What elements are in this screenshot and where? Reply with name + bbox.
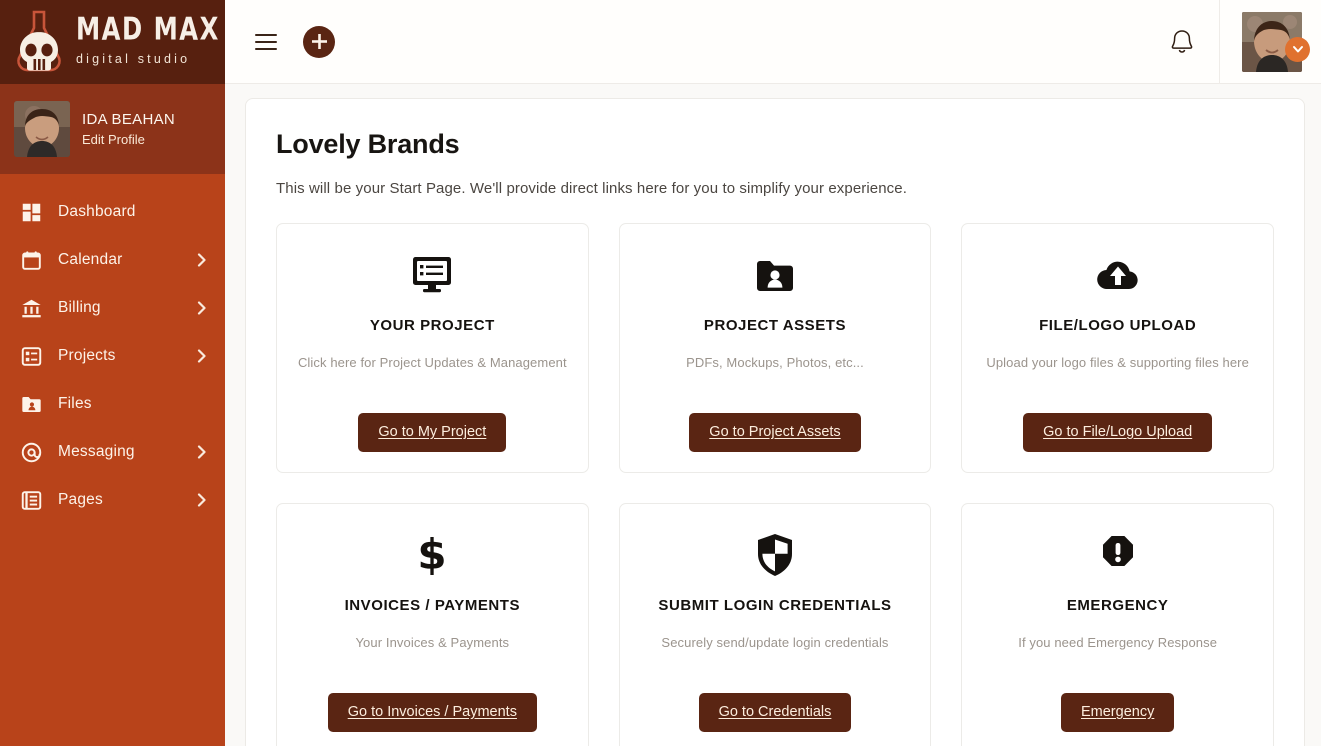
topbar — [225, 0, 1321, 84]
sidebar-item-label: Messaging — [58, 443, 135, 460]
profile-name: IDA BEAHAN — [82, 111, 176, 128]
brand-logo[interactable]: MAD MAX digital studio — [0, 0, 225, 84]
card-title: SUBMIT LOGIN CREDENTIALS — [658, 597, 892, 614]
sidebar-item-files[interactable]: Files — [0, 380, 225, 428]
sidebar-item-label: Projects — [58, 347, 116, 364]
svg-text:$: $ — [418, 532, 447, 578]
dollar-sign-icon: $ — [417, 530, 447, 580]
chevron-right-icon — [197, 493, 207, 507]
sidebar-item-calendar[interactable]: Calendar — [0, 236, 225, 284]
sidebar-item-label: Pages — [58, 491, 103, 508]
sidebar-item-label: Billing — [58, 299, 101, 316]
card-title: PROJECT ASSETS — [703, 317, 847, 334]
sidebar-item-dashboard[interactable]: Dashboard — [0, 188, 225, 236]
card-emergency[interactable]: EMERGENCY If you need Emergency Response… — [961, 503, 1274, 746]
pages-icon — [20, 489, 42, 511]
quick-links-grid: YOUR PROJECT Click here for Project Upda… — [276, 223, 1274, 746]
sidebar-item-projects[interactable]: Projects — [0, 332, 225, 380]
card-description: Your Invoices & Payments — [355, 635, 510, 650]
card-description: Click here for Project Updates & Managem… — [297, 355, 567, 370]
folder-user-icon — [20, 393, 42, 415]
calendar-icon — [20, 249, 42, 271]
folder-user-icon — [753, 250, 797, 300]
chevron-right-icon — [197, 301, 207, 315]
avatar-wrap — [1242, 11, 1310, 72]
octagon-alert-icon — [1098, 530, 1138, 580]
card-description: Securely send/update login credentials — [661, 635, 889, 650]
cloud-upload-icon — [1095, 250, 1141, 300]
chevron-right-icon — [197, 253, 207, 267]
brand-wordmark: MAD MAX digital studio — [76, 11, 220, 68]
profile-meta: IDA BEAHAN Edit Profile — [82, 111, 175, 147]
dashboard-grid-icon — [20, 201, 42, 223]
sidebar-item-label: Dashboard — [58, 203, 136, 220]
card-title: YOUR PROJECT — [369, 317, 495, 334]
card-description: If you need Emergency Response — [1018, 635, 1218, 650]
sidebar-item-messaging[interactable]: Messaging — [0, 428, 225, 476]
chevron-right-icon — [197, 445, 207, 459]
sidebar-item-label: Files — [58, 395, 92, 412]
go-to-file-logo-upload-button[interactable]: Go to File/Logo Upload — [1023, 413, 1213, 452]
chevron-down-icon[interactable] — [1285, 36, 1310, 62]
hamburger-menu-icon[interactable] — [255, 33, 277, 50]
card-submit-login-credentials[interactable]: SUBMIT LOGIN CREDENTIALS Securely send/u… — [618, 503, 932, 746]
sidebar-profile[interactable]: IDA BEAHAN Edit Profile — [0, 84, 225, 174]
card-title: FILE/LOGO UPLOAD — [1039, 317, 1197, 334]
brand-tagline: digital studio — [76, 52, 191, 66]
flask-skull-icon — [8, 6, 70, 78]
go-to-project-assets-button[interactable]: Go to Project Assets — [689, 413, 861, 452]
main-region: Lovely Brands This will be your Start Pa… — [225, 0, 1321, 746]
plus-icon — [311, 34, 327, 49]
card-project-assets[interactable]: PROJECT ASSETS PDFs, Mockups, Photos, et… — [618, 223, 932, 473]
emergency-button[interactable]: Emergency — [1060, 693, 1175, 732]
bank-icon — [20, 297, 42, 319]
content-scroll-area[interactable]: Lovely Brands This will be your Start Pa… — [225, 84, 1321, 746]
brand-name: MAD MAX — [76, 11, 220, 48]
page-subtitle: This will be your Start Page. We'll prov… — [276, 180, 907, 197]
app-root: MAD MAX digital studio IDA BEAHAN Edit P… — [0, 0, 1321, 746]
account-menu[interactable] — [1219, 0, 1321, 84]
add-button[interactable] — [303, 25, 335, 58]
go-to-my-project-button[interactable]: Go to My Project — [358, 413, 507, 452]
start-page-panel: Lovely Brands This will be your Start Pa… — [245, 98, 1305, 746]
go-to-invoices-payments-button[interactable]: Go to Invoices / Payments — [327, 693, 537, 732]
sidebar-item-billing[interactable]: Billing — [0, 284, 225, 332]
sidebar-item-label: Calendar — [58, 251, 123, 268]
chevron-right-icon — [197, 349, 207, 363]
at-sign-icon — [20, 441, 42, 463]
go-to-credentials-button[interactable]: Go to Credentials — [698, 693, 852, 732]
sidebar-nav: Dashboard Calendar Billing Projects File… — [0, 174, 225, 524]
card-file-logo-upload[interactable]: FILE/LOGO UPLOAD Upload your logo files … — [961, 223, 1274, 473]
page-title: Lovely Brands — [276, 129, 460, 159]
monitor-list-icon — [410, 250, 454, 300]
sidebar-item-pages[interactable]: Pages — [0, 476, 225, 524]
sidebar: MAD MAX digital studio IDA BEAHAN Edit P… — [0, 0, 225, 746]
bell-icon[interactable] — [1167, 27, 1197, 57]
card-title: INVOICES / PAYMENTS — [344, 597, 521, 614]
card-description: PDFs, Mockups, Photos, etc... — [686, 355, 864, 370]
card-title: EMERGENCY — [1066, 597, 1169, 614]
shield-icon — [756, 530, 794, 580]
card-your-project[interactable]: YOUR PROJECT Click here for Project Upda… — [276, 223, 589, 473]
avatar — [14, 101, 70, 157]
card-description: Upload your logo files & supporting file… — [986, 355, 1249, 370]
card-invoices-payments[interactable]: $ INVOICES / PAYMENTS Your Invoices & Pa… — [276, 503, 589, 746]
projects-list-icon — [20, 345, 42, 367]
edit-profile-link[interactable]: Edit Profile — [82, 132, 175, 147]
